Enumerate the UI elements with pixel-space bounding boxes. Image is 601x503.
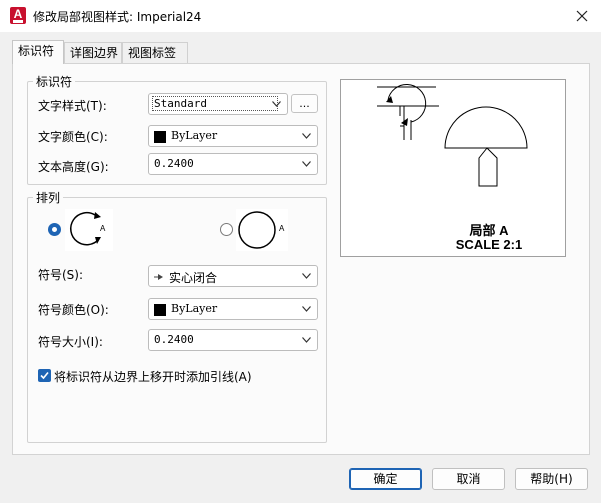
arrangement-option-2-preview[interactable]: A: [236, 209, 288, 251]
preview-caption-line2: SCALE 2:1: [455, 237, 523, 252]
arrow-symbol-icon: [154, 274, 163, 280]
window-title: 修改局部视图样式: Imperial24: [33, 10, 202, 24]
symbol-value: 实心闭合: [169, 271, 218, 285]
text-height-label: 文本高度(G):: [38, 160, 109, 174]
circle-arrow-icon: [70, 212, 101, 246]
arrangement-option-1-preview[interactable]: A: [65, 209, 113, 251]
text-color-label: 文字颜色(C):: [38, 130, 108, 144]
chevron-down-icon: [302, 273, 311, 279]
text-height-value: 0.2400: [154, 157, 194, 170]
text-style-dropdown[interactable]: Standard: [148, 93, 288, 115]
app-icon-letter: A: [13, 7, 23, 21]
color-swatch: [154, 131, 166, 143]
symbol-color-label: 符号颜色(O):: [38, 303, 109, 317]
identifier-group-title: 标识符: [33, 73, 76, 90]
symbol-size-dropdown[interactable]: 0.2400: [148, 329, 318, 351]
text-style-browse-button[interactable]: ...: [291, 94, 318, 113]
chevron-down-icon: [302, 133, 311, 139]
text-color-value: ByLayer: [171, 129, 218, 142]
arrangement-option-1-radio[interactable]: [48, 223, 61, 236]
leader-checkbox-label[interactable]: 将标识符从边界上移开时添加引线(A): [54, 368, 252, 385]
symbol-color-dropdown[interactable]: ByLayer: [148, 298, 318, 320]
preview-area: 局部 A SCALE 2:1: [340, 79, 566, 257]
ok-button[interactable]: 确定: [349, 468, 422, 490]
symbol-label: 符号(S):: [38, 268, 84, 282]
option-1-letter: A: [100, 224, 106, 233]
close-button[interactable]: [572, 6, 592, 26]
text-style-label: 文字样式(T):: [38, 99, 107, 113]
chevron-down-icon: [272, 101, 281, 107]
text-height-dropdown[interactable]: 0.2400: [148, 153, 318, 175]
tab-view-label[interactable]: 视图标签: [122, 42, 188, 63]
symbol-dropdown[interactable]: 实心闭合: [148, 265, 318, 287]
close-icon: [576, 10, 588, 22]
tab-detail-boundary[interactable]: 详图边界: [64, 42, 122, 63]
chevron-down-icon: [302, 161, 311, 167]
arrangement-group-title: 排列: [33, 189, 64, 206]
help-button[interactable]: 帮助(H): [515, 468, 588, 490]
symbol-size-label: 符号大小(I):: [38, 335, 103, 349]
arrangement-option-2-radio[interactable]: [220, 223, 233, 236]
symbol-size-value: 0.2400: [154, 333, 194, 346]
tab-identifier[interactable]: 标识符: [12, 40, 64, 64]
chevron-down-icon: [302, 337, 311, 343]
leader-checkbox[interactable]: [38, 369, 51, 382]
cancel-button[interactable]: 取消: [432, 468, 505, 490]
text-color-dropdown[interactable]: ByLayer: [148, 125, 318, 147]
checkmark-icon: [40, 371, 49, 380]
chevron-down-icon: [302, 306, 311, 312]
symbol-color-value: ByLayer: [171, 302, 218, 315]
text-style-value: Standard: [152, 96, 278, 111]
autocad-app-icon: A: [10, 7, 26, 24]
color-swatch: [154, 304, 166, 316]
option-2-letter: A: [279, 224, 285, 233]
